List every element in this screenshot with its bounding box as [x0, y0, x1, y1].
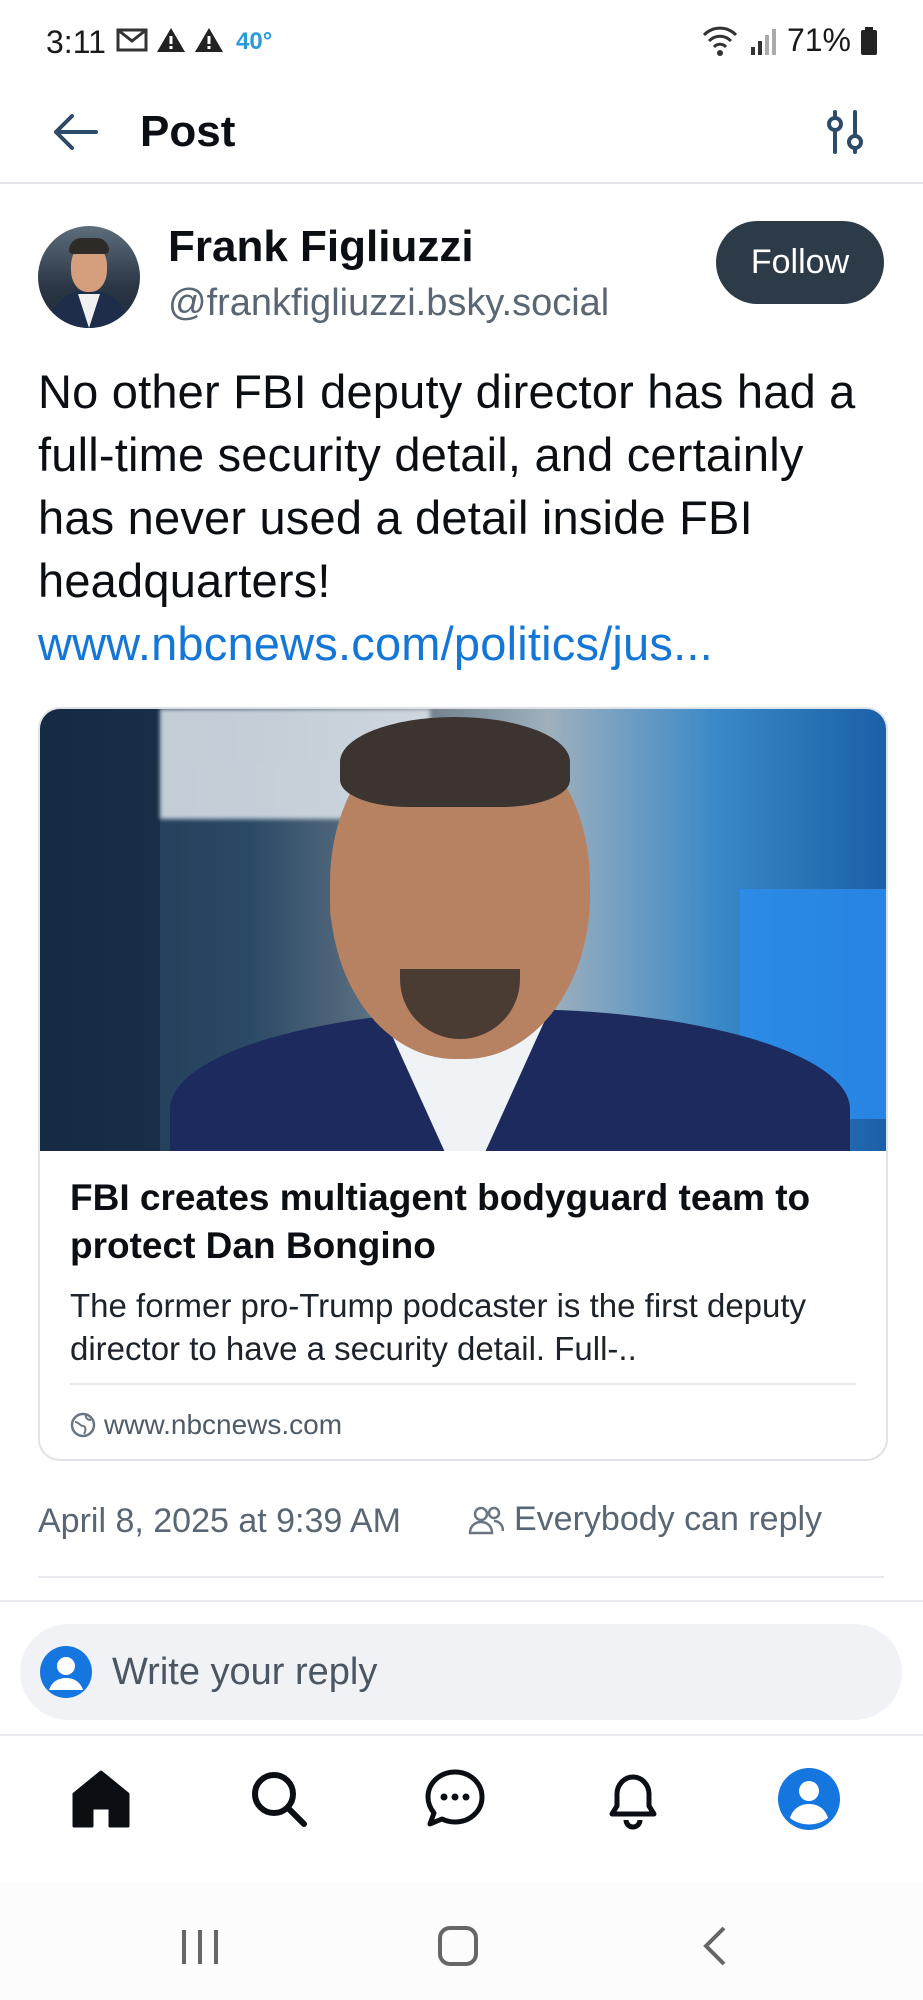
system-navigation-bar — [0, 1882, 923, 2000]
page-title: Post — [140, 107, 236, 156]
reply-setting-label: Everybody can reply — [514, 1500, 823, 1538]
profile-icon[interactable] — [774, 1764, 844, 1834]
reply-setting[interactable]: Everybody can reply — [468, 1500, 822, 1539]
warning-icon — [195, 28, 223, 52]
author-handle[interactable]: @frankfigliuzzi.bsky.social — [168, 282, 609, 325]
divider — [38, 1576, 884, 1578]
globe-icon — [70, 1412, 96, 1438]
post-timestamp: April 8, 2025 at 9:39 AM — [38, 1502, 401, 1540]
bottom-nav — [0, 1734, 923, 1884]
status-right: 71% — [701, 22, 877, 59]
sliders-icon[interactable] — [815, 102, 875, 162]
battery-percent: 71% — [786, 22, 851, 58]
status-temperature: 40° — [236, 28, 273, 55]
reply-placeholder: Write your reply — [112, 1651, 378, 1693]
home-icon[interactable] — [66, 1764, 136, 1834]
link-preview-divider — [70, 1383, 856, 1385]
user-avatar-icon — [40, 1646, 92, 1698]
link-preview-domain-row: www.nbcnews.com — [70, 1409, 342, 1441]
link-preview-image — [40, 709, 886, 1151]
people-icon — [468, 1506, 504, 1534]
home-button-icon[interactable] — [428, 1916, 488, 1976]
post-text: No other FBI deputy director has had a f… — [38, 365, 856, 607]
post-body: No other FBI deputy director has had a f… — [38, 360, 888, 675]
link-preview-description: The former pro-Trump podcaster is the fi… — [70, 1287, 807, 1367]
follow-button[interactable]: Follow — [716, 221, 884, 304]
status-notification-icons — [116, 27, 224, 53]
bell-icon[interactable] — [598, 1764, 668, 1834]
back-arrow-icon[interactable] — [46, 102, 106, 162]
wifi-icon — [702, 26, 738, 56]
divider — [0, 1600, 923, 1602]
search-icon[interactable] — [244, 1764, 314, 1834]
battery-icon — [861, 26, 877, 55]
author-name[interactable]: Frank Figliuzzi — [168, 222, 474, 272]
header: Post — [0, 88, 923, 184]
link-preview-domain: www.nbcnews.com — [104, 1409, 343, 1440]
link-preview-title: FBI creates multiagent bodyguard team to… — [70, 1177, 811, 1266]
warning-icon — [157, 28, 185, 52]
status-bar: 3:11 40° 71% — [0, 0, 923, 88]
reply-input[interactable]: Write your reply — [20, 1624, 902, 1720]
back-button-icon[interactable] — [686, 1916, 746, 1976]
gmail-icon — [116, 28, 148, 52]
recent-apps-icon[interactable] — [170, 1916, 230, 1976]
signal-icon — [750, 28, 776, 55]
chat-icon[interactable] — [420, 1764, 490, 1834]
author-avatar[interactable] — [38, 226, 140, 328]
status-time: 3:11 — [46, 24, 106, 60]
link-preview-card[interactable]: FBI creates multiagent bodyguard team to… — [38, 707, 888, 1461]
post-link[interactable]: www.nbcnews.com/politics/jus... — [38, 612, 888, 675]
